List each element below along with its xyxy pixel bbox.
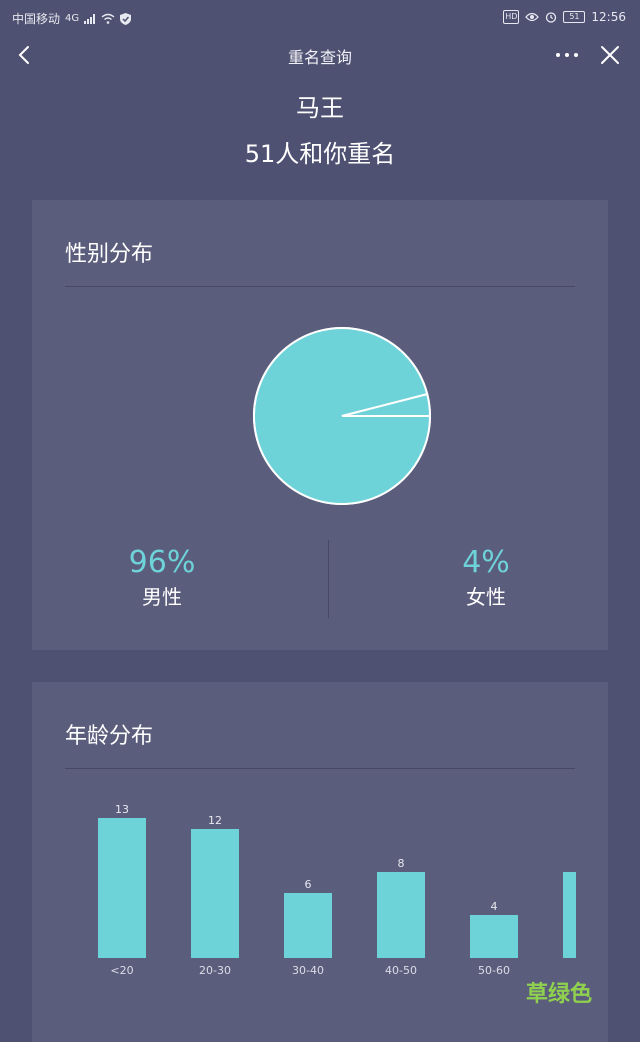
male-label: 男性 (142, 585, 182, 609)
bar-category-label: 30-40 (292, 964, 324, 977)
gender-pie-svg (253, 327, 432, 505)
carrier-label: 中国移动 (12, 12, 61, 26)
duplicate-count: 51人和你重名 (244, 140, 396, 168)
age-bar (377, 871, 425, 958)
wifi-icon (101, 13, 115, 24)
gender-pie-chart (250, 324, 434, 508)
age-bar (563, 871, 576, 958)
female-label: 女性 (466, 585, 506, 609)
bar-value-label: 13 (115, 803, 129, 816)
shield-check-icon (120, 12, 132, 25)
bar-category-label: 20-30 (199, 964, 231, 977)
age-bar-chart: 13 <20 12 20-30 6 30-40 8 40-50 4 50-60 (32, 782, 608, 1002)
gender-card-title: 性别分布 (65, 242, 154, 267)
age-card-divider (65, 768, 575, 769)
bar-category-label: 50-60 (478, 964, 510, 977)
stat-divider (328, 540, 329, 618)
nav-bar: 重名查询 (0, 36, 640, 74)
status-bar: 中国移动 4G HD 51 12:56 (0, 0, 640, 36)
status-right: HD 51 12:56 (503, 10, 626, 24)
female-percent: 4% (462, 545, 510, 580)
bar-value-label: 8 (397, 856, 405, 870)
age-bar (284, 893, 332, 958)
gender-card-divider (65, 286, 575, 287)
status-left: 中国移动 4G (12, 10, 132, 27)
page-title: 重名查询 (287, 48, 352, 67)
age-bar (191, 828, 239, 958)
age-distribution-card: 年龄分布 13 <20 12 20-30 6 30-40 8 40-50 4 50-60 (32, 682, 608, 1042)
battery-icon: 51 (563, 11, 586, 23)
male-percent: 96% (128, 545, 196, 580)
male-stat: 96% 男性 (82, 544, 242, 612)
watermark-text: 草绿色 (525, 982, 592, 1007)
close-icon[interactable] (598, 42, 622, 68)
bar-value-label: 12 (208, 813, 222, 827)
age-card-title: 年龄分布 (65, 724, 154, 749)
network-type: 4G (65, 12, 80, 24)
age-bar (98, 818, 146, 958)
hd-badge: HD (503, 10, 520, 24)
bar-value-label: 4 (490, 899, 498, 913)
bar-category-label: 40-50 (385, 964, 417, 977)
more-dots-icon[interactable] (554, 40, 580, 70)
signal-icon (84, 13, 96, 24)
searched-name: 马王 (296, 94, 344, 122)
gender-distribution-card: 性别分布 96% 男性 4% 女性 (32, 200, 608, 650)
age-bar (470, 914, 518, 958)
eye-icon (525, 12, 540, 22)
clock-time: 12:56 (591, 10, 626, 24)
female-stat: 4% 女性 (406, 544, 566, 612)
bar-value-label: 6 (304, 878, 312, 892)
alarm-icon (546, 12, 557, 23)
bar-category-label: <20 (110, 964, 134, 977)
